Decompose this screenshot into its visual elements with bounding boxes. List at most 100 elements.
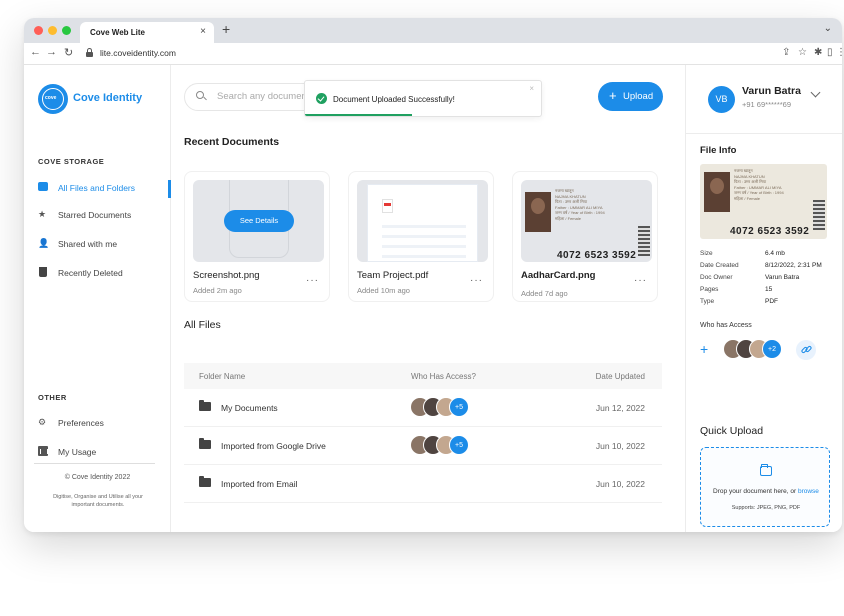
more-options-icon[interactable]: ··· [634, 275, 647, 286]
table-row[interactable]: My Documents +5 Jun 12, 2022 [184, 389, 662, 427]
meta-label: Size [700, 250, 713, 257]
see-details-button[interactable]: See Details [224, 210, 294, 232]
screenshot-thumbnail: See Details [193, 180, 324, 262]
card-file-name: Team Project.pdf [357, 270, 429, 281]
supported-formats: Supports: JPEG, PNG, PDF [731, 505, 801, 511]
sidebar-item-shared[interactable]: 👤 Shared with me [38, 236, 171, 254]
browser-menu-icon[interactable]: ⋮ [836, 47, 842, 58]
folder-icon [199, 476, 211, 487]
tab-title: Cove Web Lite [90, 28, 145, 37]
maximize-window-button[interactable] [62, 26, 71, 35]
sidebar-item-usage[interactable]: My Usage [38, 444, 171, 462]
gear-icon: ⚙ [38, 417, 47, 427]
recent-card-team-project[interactable]: Team Project.pdf Added 10m ago ··· [348, 171, 494, 302]
pdf-file-icon [382, 199, 393, 213]
folder-icon [38, 182, 48, 191]
card-file-name: AadharCard.png [521, 270, 596, 281]
access-avatars[interactable]: +2 [723, 339, 793, 361]
toast-message: Document Uploaded Successfully! [333, 95, 455, 104]
qr-code-icon [638, 226, 650, 256]
more-options-icon[interactable]: ··· [470, 275, 483, 286]
main-content: Document Uploaded Successfully! × + Uplo… [171, 65, 685, 532]
more-users-badge: +5 [449, 435, 469, 455]
sidebar-item-all-files[interactable]: All Files and Folders [38, 180, 171, 198]
back-arrow-icon[interactable]: ← [30, 46, 41, 58]
other-label: OTHER [38, 393, 67, 402]
cove-storage-label: COVE STORAGE [38, 157, 105, 166]
folder-name: Imported from Google Drive [221, 441, 326, 451]
url-text[interactable]: lite.coveidentity.com [100, 48, 176, 58]
upload-button[interactable]: + Upload [598, 82, 663, 111]
tab-close-icon[interactable]: × [200, 26, 206, 37]
id-number: 4072 6523 3592 [557, 250, 637, 261]
drop-text: Drop your document here, or browse [713, 488, 819, 495]
upload-success-toast: Document Uploaded Successfully! × [304, 80, 542, 117]
all-files-title: All Files [184, 319, 221, 331]
file-details-panel: VB Varun Batra +91 69******69 File Info … [685, 65, 842, 532]
access-avatars[interactable]: +5 [410, 435, 490, 457]
trash-icon [39, 267, 47, 277]
browser-tab[interactable]: Cove Web Lite × [80, 22, 214, 43]
new-tab-button[interactable]: + [222, 21, 230, 37]
user-name: Varun Batra [742, 85, 801, 97]
copy-link-icon[interactable] [796, 340, 816, 360]
recent-card-screenshot[interactable]: See Details Screenshot.png Added 2m ago … [184, 171, 330, 302]
meta-label: Pages [700, 286, 719, 293]
extensions-puzzle-icon[interactable]: ✱ [814, 47, 822, 58]
quick-upload-title: Quick Upload [700, 425, 764, 437]
folder-icon [199, 400, 211, 411]
tab-menu-chevron-icon[interactable]: ⌄ [824, 23, 832, 34]
id-portrait-photo [704, 172, 730, 212]
chevron-down-icon[interactable] [810, 87, 821, 98]
access-avatars[interactable]: +5 [410, 397, 490, 419]
sidebar-item-label: Starred Documents [58, 210, 132, 220]
plus-icon: + [609, 88, 617, 103]
meta-value: PDF [765, 298, 778, 305]
folder-name: Imported from Email [221, 479, 298, 489]
tab-bar: Cove Web Lite × + ⌄ [24, 18, 842, 43]
pdf-thumbnail [357, 180, 488, 262]
table-row[interactable]: Imported from Email Jun 10, 2022 [184, 465, 662, 503]
more-users-badge: +5 [449, 397, 469, 417]
folder-name: My Documents [221, 403, 278, 413]
bookmark-star-icon[interactable]: ☆ [798, 47, 807, 58]
close-window-button[interactable] [34, 26, 43, 35]
brand-name[interactable]: Cove Identity [73, 92, 142, 104]
cove-logo-icon[interactable]: cove [38, 84, 68, 114]
card-added-time: Added 2m ago [193, 286, 242, 295]
search-icon [196, 91, 207, 102]
meta-value: 6.4 mb [765, 250, 785, 257]
forward-arrow-icon[interactable]: → [46, 46, 57, 58]
recent-card-aadhar[interactable]: नजमा खातून NAJMA KHATUN पिता : उमर अली म… [512, 171, 658, 302]
sidebar-item-preferences[interactable]: ⚙ Preferences [38, 415, 171, 433]
sidebar-toggle-icon[interactable]: ▯ [827, 47, 833, 58]
meta-value: 8/12/2022, 2:31 PM [765, 262, 822, 269]
file-info-title: File Info [700, 145, 737, 156]
toast-close-icon[interactable]: × [529, 84, 534, 93]
card-file-name: Screenshot.png [193, 270, 260, 281]
user-avatar[interactable]: VB [708, 86, 735, 113]
table-row[interactable]: Imported from Google Drive +5 Jun 10, 20… [184, 427, 662, 465]
sidebar-item-recently-deleted[interactable]: Recently Deleted [38, 265, 171, 283]
id-number: 4072 6523 3592 [730, 226, 810, 237]
sidebar-divider [34, 463, 155, 464]
more-users-badge: +2 [762, 339, 782, 359]
user-plus-icon: 👤 [38, 238, 50, 248]
reload-icon[interactable]: ↻ [64, 46, 73, 59]
date-updated: Jun 10, 2022 [595, 479, 645, 489]
upload-button-label: Upload [623, 91, 654, 102]
meta-label: Type [700, 298, 715, 305]
minimize-window-button[interactable] [48, 26, 57, 35]
more-options-icon[interactable]: ··· [306, 275, 319, 286]
drop-zone[interactable]: Drop your document here, or browse Suppo… [700, 447, 830, 527]
app: cove Cove Identity COVE STORAGE All File… [24, 65, 842, 532]
header-date-updated[interactable]: Date Updated [596, 372, 645, 381]
qr-code-icon [813, 200, 825, 230]
add-access-plus-icon[interactable]: + [700, 341, 708, 357]
browse-link[interactable]: browse [798, 488, 819, 495]
share-icon[interactable]: ⇪ [782, 47, 790, 58]
sidebar-item-label: Preferences [58, 418, 104, 428]
header-folder-name[interactable]: Folder Name [199, 372, 245, 381]
sidebar-item-starred[interactable]: ★ Starred Documents [38, 207, 171, 225]
sidebar-item-label: My Usage [58, 447, 97, 457]
